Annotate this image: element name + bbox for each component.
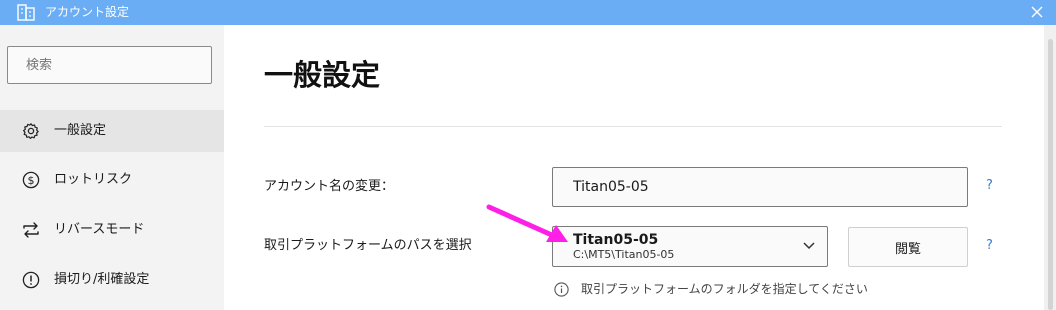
page-title: 一般設定 (264, 58, 381, 92)
sidebar-item-stop-loss[interactable]: 損切り/利確設定 (0, 259, 224, 301)
account-name-help-link[interactable]: ? (986, 178, 993, 193)
app-icon (17, 4, 35, 21)
sidebar-item-label: 損切り/利確設定 (54, 272, 150, 287)
search-input[interactable] (7, 46, 212, 84)
gear-icon (23, 123, 39, 139)
dollar-circle-icon: $ (22, 171, 40, 189)
swap-arrows-icon (23, 222, 39, 238)
svg-text:$: $ (28, 174, 35, 187)
info-icon (554, 282, 569, 297)
main-panel: 一般設定 アカウント名の変更： ? 取引プラットフォームのパスを選択 Titan… (224, 25, 1044, 310)
browse-button[interactable]: 閲覧 (848, 227, 968, 267)
selected-platform-name: Titan05-05 (573, 232, 659, 248)
chevron-down-icon (803, 242, 815, 250)
account-name-input[interactable] (552, 167, 968, 207)
annotation-arrow-icon (486, 204, 568, 242)
sidebar-item-label: リバースモード (54, 222, 145, 237)
sidebar-item-label: ロットリスク (54, 172, 133, 187)
account-name-label: アカウント名の変更： (264, 179, 395, 194)
sidebar-item-general[interactable]: 一般設定 (0, 110, 224, 152)
platform-path-label: 取引プラットフォームのパスを選択 (264, 238, 472, 253)
vertical-scrollbar[interactable] (1044, 25, 1056, 310)
title-bar: アカウント設定 (0, 0, 1056, 25)
close-icon[interactable] (1028, 3, 1046, 21)
platform-path-select[interactable]: Titan05-05 C:\MT5\Titan05-05 (552, 226, 828, 267)
selected-platform-path: C:\MT5\Titan05-05 (573, 248, 675, 261)
scrollbar-thumb[interactable] (1048, 39, 1053, 310)
sidebar-item-label: 一般設定 (54, 123, 107, 138)
sidebar-item-reverse-mode[interactable]: リバースモード (0, 209, 224, 251)
platform-help-link[interactable]: ? (986, 238, 993, 253)
window-title: アカウント設定 (45, 5, 130, 19)
sidebar-item-lot-risk[interactable]: $ ロットリスク (0, 159, 224, 201)
divider (264, 126, 1002, 127)
platform-hint-text: 取引プラットフォームのフォルダを指定してください (581, 282, 868, 296)
sidebar: 一般設定 $ ロットリスク リバースモード 損切り/利確設定 (0, 25, 224, 310)
exclamation-circle-icon (22, 271, 40, 289)
